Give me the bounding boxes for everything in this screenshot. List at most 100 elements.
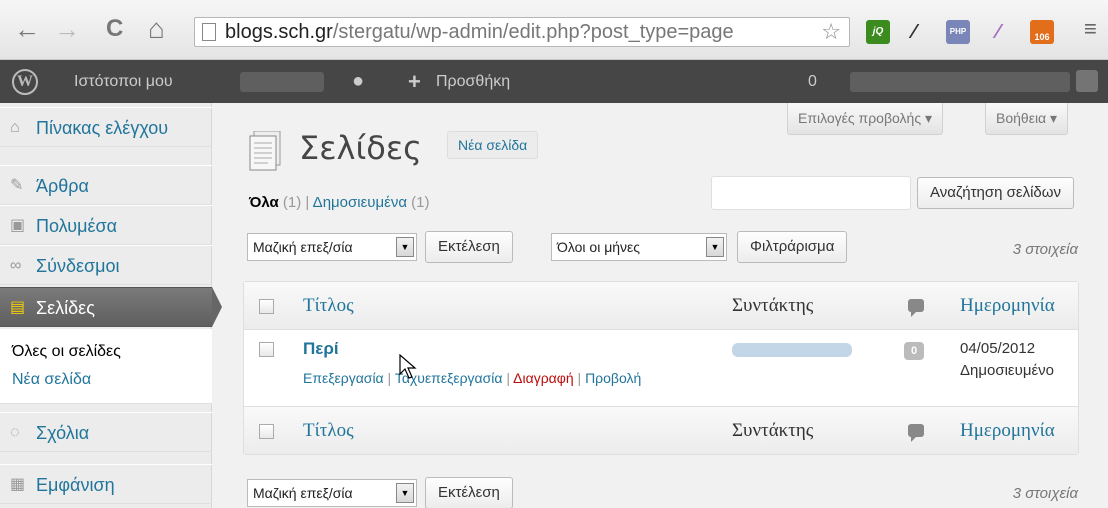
filter-published-count: (1) bbox=[407, 194, 430, 211]
screen-options-tab[interactable]: Επιλογές προβολής ▾ bbox=[787, 103, 943, 135]
user-name-blurred[interactable] bbox=[850, 72, 1070, 92]
comments-icon[interactable]: ● bbox=[352, 60, 364, 103]
sidebar-item-label: Άρθρα bbox=[36, 176, 89, 196]
column-title[interactable]: Τίτλος bbox=[303, 295, 354, 317]
column-date[interactable]: Ημερομηνία bbox=[960, 295, 1055, 317]
home-icon: ⌂ bbox=[10, 119, 20, 136]
sidebar-item-label: Πίνακας ελέγχου bbox=[36, 118, 169, 138]
column-title[interactable]: Τίτλος bbox=[303, 420, 354, 442]
comment-count-badge[interactable]: 0 bbox=[904, 342, 924, 360]
bulk-actions-value: Μαζική επεξ/σία bbox=[253, 239, 353, 255]
column-author: Συντάκτης bbox=[732, 295, 814, 316]
site-name-blurred[interactable] bbox=[240, 72, 324, 92]
forward-icon[interactable]: → bbox=[54, 14, 80, 44]
chevron-down-icon: ▼ bbox=[706, 237, 724, 257]
bulk-apply-button[interactable]: Εκτέλεση bbox=[425, 231, 513, 263]
jquery-extension-icon[interactable]: jQ bbox=[866, 20, 890, 44]
php-extension-icon[interactable]: PHP bbox=[946, 20, 970, 44]
row-title-link[interactable]: Περί bbox=[303, 339, 339, 359]
my-sites-link[interactable]: Ιστότοποι μου bbox=[74, 60, 173, 103]
sidebar-item-label: Εμφάνιση bbox=[36, 475, 115, 495]
submenu-add-new[interactable]: Νέα σελίδα bbox=[12, 371, 91, 389]
bulk-actions-select[interactable]: Μαζική επεξ/σία ▼ bbox=[247, 233, 417, 261]
page-title: Σελίδες bbox=[299, 129, 422, 167]
sidebar-item-label: Σχόλια bbox=[36, 423, 90, 443]
mouse-cursor-icon bbox=[399, 354, 417, 379]
filter-button[interactable]: Φιλτράρισμα bbox=[737, 231, 848, 263]
pages-table: Τίτλος Συντάκτης Ημερομηνία Περί Επεξεργ… bbox=[243, 281, 1079, 455]
address-bar[interactable]: blogs.sch.gr/stergatu/wp-admin/edit.php?… bbox=[194, 17, 850, 47]
new-content-link[interactable]: Προσθήκη bbox=[436, 60, 510, 103]
link-icon: ∞ bbox=[10, 257, 22, 274]
items-count: 3 στοιχεία bbox=[1012, 241, 1078, 258]
status-filter-links: Όλα (1) | Δημοσιευμένα (1) bbox=[249, 194, 430, 211]
pin-icon: ✎ bbox=[10, 177, 24, 194]
avatar[interactable] bbox=[1076, 70, 1098, 92]
appearance-icon: ▦ bbox=[10, 476, 26, 493]
submenu-all-pages[interactable]: Όλες οι σελίδες bbox=[12, 343, 121, 361]
sidebar-item-comments[interactable]: ◌ Σχόλια bbox=[0, 412, 212, 452]
update-count[interactable]: 0 bbox=[808, 60, 817, 103]
sidebar-item-pages[interactable]: ▤ Σελίδες bbox=[0, 287, 212, 327]
reload-icon[interactable]: C bbox=[106, 14, 123, 44]
chevron-down-icon: ▼ bbox=[396, 237, 414, 257]
bulk-actions-value: Μαζική επεξ/σία bbox=[253, 485, 353, 501]
filter-all-link[interactable]: Όλα bbox=[249, 194, 279, 211]
row-checkbox[interactable] bbox=[259, 342, 274, 357]
page-icon bbox=[202, 23, 216, 41]
pages-submenu: Όλες οι σελίδες Νέα σελίδα bbox=[0, 329, 212, 404]
sidebar-item-dashboard[interactable]: ⌂ Πίνακας ελέγχου bbox=[0, 107, 212, 147]
select-all-checkbox[interactable] bbox=[259, 299, 274, 314]
comments-column-icon[interactable] bbox=[908, 299, 924, 317]
feather-extension-icon[interactable]: ⁄ bbox=[986, 20, 1010, 44]
items-count-bottom: 3 στοιχεία bbox=[1012, 485, 1078, 502]
sidebar-item-label: Σελίδες bbox=[36, 298, 95, 318]
wordpress-logo-icon[interactable]: W bbox=[12, 69, 38, 95]
comment-icon: ◌ bbox=[10, 424, 20, 441]
add-new-page-button[interactable]: Νέα σελίδα bbox=[447, 131, 539, 159]
column-author: Συντάκτης bbox=[732, 420, 814, 441]
sidebar-item-label: Πολυμέσα bbox=[36, 216, 117, 236]
main-content: Επιλογές προβολής ▾ Βοήθεια ▾ Σελίδες Νέ… bbox=[213, 103, 1108, 508]
trash-link[interactable]: Διαγραφή bbox=[513, 370, 573, 386]
search-input[interactable] bbox=[711, 176, 911, 210]
sidebar-item-appearance[interactable]: ▦ Εμφάνιση bbox=[0, 464, 212, 504]
browser-toolbar: ← → C ⌂ blogs.sch.gr/stergatu/wp-admin/e… bbox=[0, 0, 1108, 60]
help-tab[interactable]: Βοήθεια ▾ bbox=[985, 103, 1069, 135]
pages-icon: ▤ bbox=[10, 299, 26, 316]
month-filter-value: Όλοι οι μήνες bbox=[557, 239, 641, 255]
back-icon[interactable]: ← bbox=[14, 14, 40, 44]
comments-column-icon[interactable] bbox=[908, 424, 924, 442]
filter-published-link[interactable]: Δημοσιευμένα bbox=[313, 194, 407, 211]
sidebar-item-label: Σύνδεσμοι bbox=[36, 256, 120, 276]
home-icon[interactable]: ⌂ bbox=[148, 14, 165, 44]
sidebar-item-posts[interactable]: ✎ Άρθρα bbox=[0, 165, 212, 205]
browser-menu-icon[interactable]: ≡ bbox=[1084, 16, 1097, 42]
bulk-actions-select-bottom[interactable]: Μαζική επεξ/σία ▼ bbox=[247, 479, 417, 507]
view-link[interactable]: Προβολή bbox=[585, 370, 641, 386]
row-actions: Επεξεργασία | Ταχυεπεξεργασία | Διαγραφή… bbox=[303, 370, 642, 386]
author-name-blurred[interactable] bbox=[732, 343, 852, 357]
rss-extension-icon[interactable]: 106 bbox=[1030, 20, 1054, 44]
bulk-apply-button-bottom[interactable]: Εκτέλεση bbox=[425, 477, 513, 508]
sidebar-item-media[interactable]: ▣ Πολυμέσα bbox=[0, 205, 212, 245]
filter-separator: | bbox=[301, 194, 313, 211]
column-date[interactable]: Ημερομηνία bbox=[960, 420, 1055, 442]
select-all-checkbox[interactable] bbox=[259, 424, 274, 439]
eyedropper-extension-icon[interactable]: ⁄ bbox=[902, 20, 926, 44]
filter-all-count: (1) bbox=[278, 194, 302, 211]
edit-link[interactable]: Επεξεργασία bbox=[303, 370, 384, 386]
admin-sidebar: ⌂ Πίνακας ελέγχου ✎ Άρθρα ▣ Πολυμέσα ∞ Σύνδε… bbox=[0, 103, 212, 508]
pages-page-icon bbox=[249, 131, 281, 171]
sidebar-item-links[interactable]: ∞ Σύνδεσμοι bbox=[0, 245, 212, 285]
table-footer: Τίτλος Συντάκτης Ημερομηνία bbox=[244, 406, 1078, 454]
url-path: /stergatu/wp-admin/edit.php?post_type=pa… bbox=[332, 21, 734, 43]
table-header: Τίτλος Συντάκτης Ημερομηνία bbox=[244, 282, 1078, 330]
bookmark-star-icon[interactable]: ☆ bbox=[821, 19, 841, 45]
search-pages-button[interactable]: Αναζήτηση σελίδων bbox=[917, 177, 1074, 209]
wp-admin-bar: W Ιστότοποι μου ● + Προσθήκη 0 bbox=[0, 60, 1108, 103]
plus-icon: + bbox=[408, 69, 421, 94]
month-filter-select[interactable]: Όλοι οι μήνες ▼ bbox=[551, 233, 727, 261]
chevron-down-icon: ▼ bbox=[396, 483, 414, 503]
media-icon: ▣ bbox=[10, 217, 26, 234]
